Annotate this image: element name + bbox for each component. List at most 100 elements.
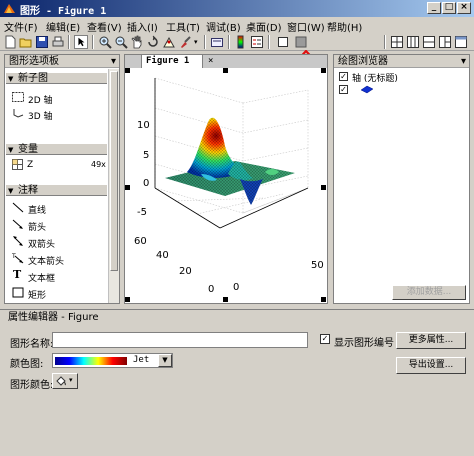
palette-item-2d-axes[interactable]: 2D 轴 bbox=[28, 93, 53, 106]
palette-menu-icon[interactable]: ▾ bbox=[111, 55, 116, 68]
annotation-text-box[interactable]: 文本框 bbox=[28, 271, 55, 284]
menu-file[interactable]: 文件(F) bbox=[4, 19, 38, 34]
colormap-dropdown[interactable]: Jet ▼ bbox=[52, 353, 173, 368]
annotation-line[interactable]: 直线 bbox=[28, 203, 46, 216]
open-folder-icon[interactable] bbox=[19, 35, 33, 49]
browser-menu-icon[interactable]: ▾ bbox=[461, 55, 466, 68]
figure-canvas[interactable]: 10 5 0 -5 60 40 20 0 0 50 bbox=[125, 68, 327, 303]
arrow-icon bbox=[12, 219, 23, 229]
show-tools-icon[interactable] bbox=[294, 35, 308, 49]
variable-size: 49x bbox=[91, 160, 106, 169]
menu-help[interactable]: 帮助(H) bbox=[327, 19, 362, 34]
hide-tools-icon[interactable] bbox=[276, 35, 290, 49]
annotation-double-arrow[interactable]: 双箭头 bbox=[28, 237, 55, 250]
annotation-text-arrow[interactable]: 文本箭头 bbox=[28, 254, 64, 267]
menu-window[interactable]: 窗口(W) bbox=[287, 19, 325, 34]
axes-2d-icon bbox=[12, 92, 24, 102]
y-tick: 40 bbox=[156, 250, 169, 261]
variable-grid-icon bbox=[12, 159, 23, 170]
new-figure-icon[interactable] bbox=[3, 35, 17, 49]
menu-bar: 文件(F) 编辑(E) 查看(V) 插入(I) 工具(T) 调试(B) 桌面(D… bbox=[0, 17, 474, 34]
axis-lines bbox=[154, 78, 309, 229]
window-title: 图形 - Figure 1 bbox=[20, 6, 107, 17]
show-number-checkbox[interactable]: ✓ bbox=[320, 334, 330, 344]
annotation-rectangle[interactable]: 矩形 bbox=[28, 288, 46, 301]
x-tick: 0 bbox=[233, 282, 240, 293]
zoom-out-icon[interactable] bbox=[114, 35, 128, 49]
figure-color-label: 图形颜色: bbox=[10, 380, 54, 391]
text-box-icon: T bbox=[13, 268, 22, 281]
menu-tools[interactable]: 工具(T) bbox=[166, 19, 200, 34]
tab-close-icon[interactable]: × bbox=[208, 55, 213, 68]
title-bar: 图形 - Figure 1 _ □ × bbox=[0, 0, 474, 17]
palette-scroll-thumb[interactable] bbox=[110, 71, 118, 271]
save-icon[interactable] bbox=[35, 35, 49, 49]
toolbar-separator bbox=[92, 35, 94, 49]
menu-edit[interactable]: 编辑(E) bbox=[46, 19, 80, 34]
palette-title: 图形选项板 bbox=[9, 56, 59, 67]
menu-insert[interactable]: 插入(I) bbox=[127, 19, 158, 34]
minimize-button[interactable]: _ bbox=[427, 2, 441, 14]
zoom-in-icon[interactable] bbox=[98, 35, 112, 49]
legend-icon[interactable] bbox=[250, 35, 264, 49]
color-dropdown-icon: ▾ bbox=[69, 376, 73, 384]
layout-single-icon[interactable] bbox=[454, 35, 468, 49]
more-properties-button[interactable]: 更多属性... bbox=[396, 332, 466, 349]
colorbar-icon[interactable] bbox=[234, 35, 248, 49]
palette-item-3d-axes[interactable]: 3D 轴 bbox=[28, 109, 53, 122]
palette-scrollbar[interactable] bbox=[108, 69, 119, 303]
layout-split-icon[interactable] bbox=[438, 35, 452, 49]
brush-dropdown-icon[interactable]: ▾ bbox=[194, 38, 198, 46]
browser-item-axes[interactable]: 轴 (无标题) bbox=[352, 71, 398, 84]
double-arrow-icon bbox=[13, 236, 23, 246]
figure-name-label: 图形名称: bbox=[10, 339, 54, 350]
figure-color-button[interactable]: ▾ bbox=[52, 373, 78, 389]
tab-figure-1[interactable]: Figure 1 × bbox=[141, 54, 213, 68]
brush-icon[interactable] bbox=[178, 35, 192, 49]
pan-hand-icon[interactable] bbox=[130, 35, 144, 49]
print-icon[interactable] bbox=[51, 35, 65, 49]
plot-browser: 绘图浏览器 ▾ ✓ 轴 (无标题) ✓ 添加数据... bbox=[333, 54, 470, 304]
chevron-down-icon[interactable]: ▼ bbox=[158, 354, 172, 367]
link-icon[interactable] bbox=[210, 35, 224, 49]
section-annotations[interactable]: 注释 bbox=[6, 184, 107, 197]
line-icon bbox=[12, 202, 24, 213]
menu-view[interactable]: 查看(V) bbox=[87, 19, 122, 34]
matlab-icon bbox=[4, 4, 15, 13]
show-number-label: 显示图形编号 bbox=[334, 338, 394, 349]
section-variables[interactable]: 变量 bbox=[6, 143, 107, 156]
property-editor: 属性编辑器 - Figure 图形名称: ✓ 显示图形编号 更多属性... 颜色… bbox=[0, 309, 474, 456]
grid-lines bbox=[154, 77, 309, 229]
svg-text:T: T bbox=[12, 253, 16, 260]
z-tick: -5 bbox=[137, 207, 147, 218]
figure-name-input[interactable] bbox=[52, 332, 308, 348]
grid-layout-icon[interactable] bbox=[390, 35, 404, 49]
rectangle-icon bbox=[12, 287, 24, 298]
maximize-button[interactable]: □ bbox=[442, 2, 456, 14]
menu-desktop[interactable]: 桌面(D) bbox=[246, 19, 282, 34]
layout-columns-icon[interactable] bbox=[406, 35, 420, 49]
axes-checkbox[interactable]: ✓ bbox=[339, 72, 348, 81]
annotation-arrow[interactable]: 箭头 bbox=[28, 220, 46, 233]
y-tick: 0 bbox=[208, 284, 215, 295]
variable-name[interactable]: Z bbox=[27, 160, 33, 170]
figure-area: Figure 1 × 10 5 0 -5 60 40 20 0 0 50 bbox=[124, 54, 328, 304]
toolbar-separator bbox=[68, 35, 70, 49]
surface-plot[interactable] bbox=[125, 68, 327, 303]
layout-rows-icon[interactable] bbox=[422, 35, 436, 49]
surface-checkbox[interactable]: ✓ bbox=[339, 85, 348, 94]
surface-item-icon[interactable] bbox=[360, 85, 374, 94]
export-setup-button[interactable]: 导出设置... bbox=[396, 357, 466, 374]
close-button[interactable]: × bbox=[457, 2, 471, 14]
section-new-subplot[interactable]: 新子图 bbox=[6, 72, 107, 85]
menu-debug[interactable]: 调试(B) bbox=[206, 19, 241, 34]
pointer-icon[interactable] bbox=[74, 35, 88, 49]
toolbar: ▾ bbox=[0, 33, 474, 51]
toolbar-separator bbox=[204, 35, 206, 49]
paint-bucket-icon bbox=[56, 376, 66, 386]
rotate-3d-icon[interactable] bbox=[146, 35, 160, 49]
y-tick: 20 bbox=[179, 266, 192, 277]
data-cursor-icon[interactable] bbox=[162, 35, 176, 49]
figure-palette: 图形选项板 ▾ 新子图 2D 轴 3D 轴 变量 Z 49x 注释 直线 箭头 … bbox=[4, 54, 120, 304]
add-data-button[interactable]: 添加数据... bbox=[392, 285, 466, 300]
